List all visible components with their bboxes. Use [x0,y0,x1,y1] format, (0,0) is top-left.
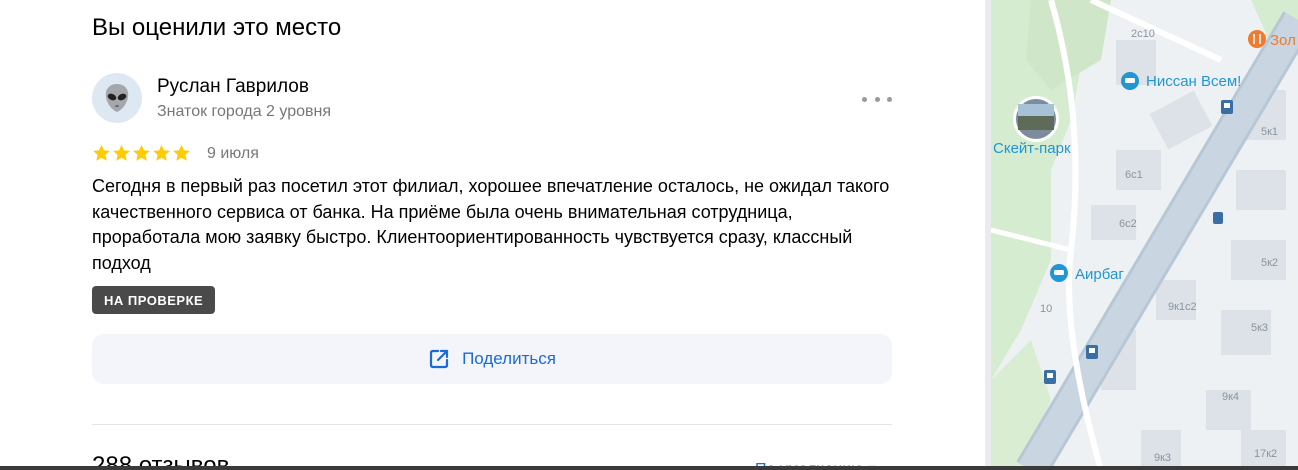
author-level: Знаток города 2 уровня [157,103,332,120]
share-label: Поделиться [462,349,556,368]
transit-icon[interactable] [1044,370,1056,384]
star-icon [153,144,170,161]
map-building-label: 10 [1040,303,1052,315]
map-poi-restaurant[interactable]: Зол [1248,30,1296,49]
divider [92,424,892,425]
map[interactable]: 2с10 5к1 6с1 6с2 5к2 9к1с2 10 5к3 9к4 9к… [991,0,1298,470]
transit-icon[interactable] [1213,212,1223,224]
more-dots-icon [874,96,880,102]
star-icon [133,144,150,161]
status-badge: НА ПРОВЕРКЕ [92,286,216,314]
map-building-label: 17к2 [1254,448,1277,460]
map-poi-label: Ниссан Всем! [1146,73,1241,90]
map-poi-label: Зол [1270,32,1296,49]
map-building-label: 5к2 [1261,257,1278,269]
map-poi-label: Скейт-парк [993,140,1071,157]
author-name[interactable]: Руслан Гаврилов [157,76,309,98]
more-options-button[interactable] [862,90,892,108]
review-date: 9 июля [207,145,259,162]
transit-icon[interactable] [1086,345,1098,359]
alien-face-icon [105,84,129,112]
map-building-label: 6с1 [1125,169,1143,181]
review-text: Сегодня в первый раз посетил этот филиал… [92,176,890,273]
rating-stars [92,143,191,163]
avatar[interactable] [92,73,142,123]
share-icon [429,349,449,369]
map-building-label: 9к4 [1222,391,1239,403]
map-poi-car-service[interactable]: Аирбаг [1050,264,1124,283]
star-icon [113,144,130,161]
star-icon [93,144,110,161]
map-building-label: 2с10 [1131,28,1155,40]
review-panel: Вы оценили это место Руслан Гаврилов Зна… [0,0,985,470]
more-dots-icon [862,96,867,102]
more-dots-icon [887,96,892,102]
page-title: Вы оценили это место [92,14,342,41]
map-poi-label: Аирбаг [1075,266,1124,283]
map-building-label: 6с2 [1119,218,1137,230]
transit-icon[interactable] [1221,100,1233,114]
map-building-label: 9к1с2 [1168,301,1197,313]
map-building-label: 5к3 [1251,322,1268,334]
map-building-label: 5к1 [1261,126,1278,138]
share-button[interactable]: Поделиться [92,334,892,384]
star-icon [173,144,190,161]
bottom-border [0,466,1298,470]
map-building-label: 9к3 [1154,452,1171,464]
